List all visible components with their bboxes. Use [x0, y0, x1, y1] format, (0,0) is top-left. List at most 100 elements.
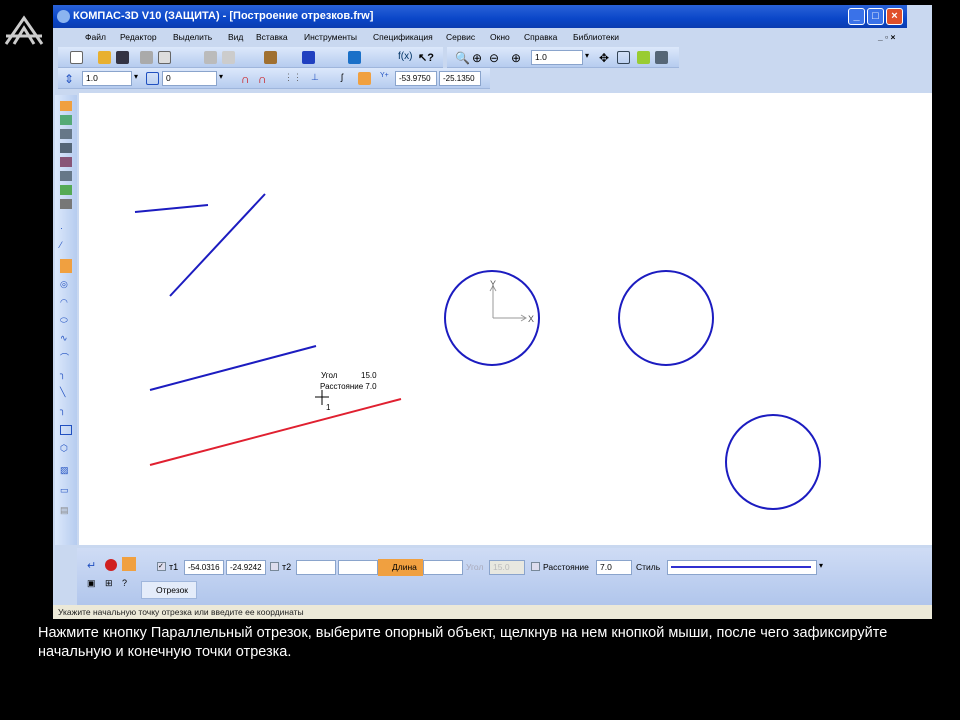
- edit-panel-icon[interactable]: [60, 143, 72, 153]
- enter-icon[interactable]: ↵: [87, 559, 96, 572]
- menu-tools[interactable]: Инструменты: [304, 28, 357, 47]
- circle[interactable]: [725, 414, 821, 510]
- refresh-icon[interactable]: [637, 51, 650, 64]
- layer-dropdown[interactable]: ▾: [219, 72, 232, 85]
- parametric-icon[interactable]: ʃ: [341, 72, 354, 85]
- snap-local-icon[interactable]: ∩: [258, 72, 271, 86]
- distance-checkbox[interactable]: [531, 562, 540, 571]
- length-toggle[interactable]: Длина: [378, 559, 423, 576]
- cut-icon[interactable]: [204, 51, 217, 64]
- menu-edit[interactable]: Редактор: [120, 28, 157, 47]
- polygon-icon[interactable]: ⬡: [60, 443, 72, 453]
- pan-icon[interactable]: ✥: [599, 51, 612, 65]
- print-icon[interactable]: [140, 51, 153, 64]
- segment[interactable]: [134, 204, 209, 213]
- layer-input[interactable]: 0: [162, 71, 217, 86]
- fillet-icon[interactable]: ╮: [60, 369, 72, 379]
- t1-x-input[interactable]: -54.0316: [184, 560, 224, 575]
- hatch-icon[interactable]: ▨: [60, 465, 72, 475]
- auto-create-icon[interactable]: [122, 557, 136, 571]
- style-dropdown-arrow[interactable]: ▾: [819, 561, 823, 570]
- measure-panel-icon[interactable]: [60, 171, 72, 181]
- properties-icon[interactable]: [264, 51, 277, 64]
- style-select[interactable]: [667, 560, 817, 575]
- menu-view[interactable]: Вид: [228, 28, 243, 47]
- fit-icon[interactable]: [617, 51, 630, 64]
- stop-icon[interactable]: [105, 559, 117, 571]
- length-input[interactable]: [423, 560, 463, 575]
- search-object-icon[interactable]: ⊞: [105, 578, 113, 589]
- variables-icon[interactable]: f(x): [398, 51, 412, 64]
- polyline-icon[interactable]: ⌒: [60, 351, 72, 363]
- manager-icon[interactable]: [348, 51, 361, 64]
- rectangle-icon[interactable]: [60, 425, 72, 435]
- segment-tool-icon[interactable]: [60, 259, 72, 273]
- angle-input[interactable]: 15.0: [489, 560, 525, 575]
- menu-spec[interactable]: Спецификация: [373, 28, 433, 47]
- maximize-button[interactable]: □: [867, 8, 884, 25]
- t1-checkbox[interactable]: ✓: [157, 562, 166, 571]
- zoom-scale-icon[interactable]: ⊕: [511, 51, 524, 65]
- ellipse-icon[interactable]: ⬭: [60, 315, 72, 325]
- circle-icon[interactable]: ◎: [60, 279, 72, 289]
- help-icon[interactable]: ?: [122, 578, 127, 588]
- auxiliary-line-icon[interactable]: ⁄: [60, 240, 72, 250]
- segment[interactable]: [149, 345, 317, 391]
- copy-icon[interactable]: [222, 51, 235, 64]
- select-panel-icon[interactable]: [60, 185, 72, 195]
- zoom-in-icon[interactable]: ⊕: [472, 51, 485, 65]
- t1-y-input[interactable]: -24.9242: [226, 560, 266, 575]
- display-icon[interactable]: [655, 51, 668, 64]
- geometry-panel-icon[interactable]: [60, 101, 72, 111]
- ortho-icon[interactable]: ⊥: [311, 72, 324, 85]
- table-icon[interactable]: ▤: [60, 505, 72, 515]
- hint-distance: Расстояние 7.0: [320, 382, 377, 391]
- step-input[interactable]: 1.0: [82, 71, 132, 86]
- zoom-dropdown[interactable]: ▾: [585, 51, 598, 64]
- menu-file[interactable]: Файл: [85, 28, 106, 47]
- circle[interactable]: [618, 270, 714, 366]
- t2-checkbox[interactable]: [270, 562, 279, 571]
- cursor-mode-icon[interactable]: [358, 72, 371, 85]
- minimize-button[interactable]: _: [848, 8, 865, 25]
- chamfer-icon[interactable]: ╲: [60, 387, 72, 397]
- contour-icon[interactable]: ▭: [60, 485, 72, 495]
- menu-libraries[interactable]: Библиотеки: [573, 28, 619, 47]
- arc-icon[interactable]: ◠: [60, 297, 72, 307]
- drawing-canvas[interactable]: Y X Угол 15.0 Расстояние 7.0 1: [79, 93, 932, 545]
- dimensions-panel-icon[interactable]: [60, 115, 72, 125]
- close-button[interactable]: ×: [886, 8, 903, 25]
- doc-window-controls[interactable]: _ ▫ ×: [878, 28, 895, 47]
- menu-insert[interactable]: Вставка: [256, 28, 288, 47]
- x-coord-input[interactable]: -53.9750: [395, 71, 437, 86]
- new-icon[interactable]: [70, 51, 83, 64]
- menu-window[interactable]: Окно: [490, 28, 510, 47]
- snap-icon[interactable]: ∩: [241, 72, 254, 86]
- spec-panel-icon[interactable]: [60, 199, 72, 209]
- menu-select[interactable]: Выделить: [173, 28, 212, 47]
- zoom-input[interactable]: 1.0: [531, 50, 583, 65]
- point-icon[interactable]: ·: [60, 223, 72, 233]
- symbols-panel-icon[interactable]: [60, 129, 72, 139]
- save-icon[interactable]: [116, 51, 129, 64]
- undo-icon[interactable]: [302, 51, 315, 64]
- zoom-window-icon[interactable]: 🔍: [455, 51, 470, 65]
- menu-service[interactable]: Сервис: [446, 28, 475, 47]
- grid-icon[interactable]: ⋮⋮: [284, 72, 302, 85]
- t2-x-input[interactable]: [296, 560, 336, 575]
- tab-segment[interactable]: Отрезок: [141, 581, 197, 599]
- help-pointer-icon[interactable]: ↖?: [418, 51, 434, 64]
- bezier-icon[interactable]: ╮: [60, 405, 72, 415]
- y-coord-input[interactable]: -25.1350: [439, 71, 481, 86]
- t2-y-input[interactable]: [338, 560, 378, 575]
- layer-icon[interactable]: [146, 72, 159, 85]
- distance-input[interactable]: 7.0: [596, 560, 632, 575]
- zoom-out-icon[interactable]: ⊖: [489, 51, 502, 65]
- remember-state-icon[interactable]: ▣: [87, 578, 96, 589]
- params-panel-icon[interactable]: [60, 157, 72, 167]
- menu-help[interactable]: Справка: [524, 28, 557, 47]
- spline-icon[interactable]: ∿: [60, 333, 72, 343]
- segment[interactable]: [169, 193, 266, 297]
- open-icon[interactable]: [98, 51, 111, 64]
- preview-icon[interactable]: [158, 51, 171, 64]
